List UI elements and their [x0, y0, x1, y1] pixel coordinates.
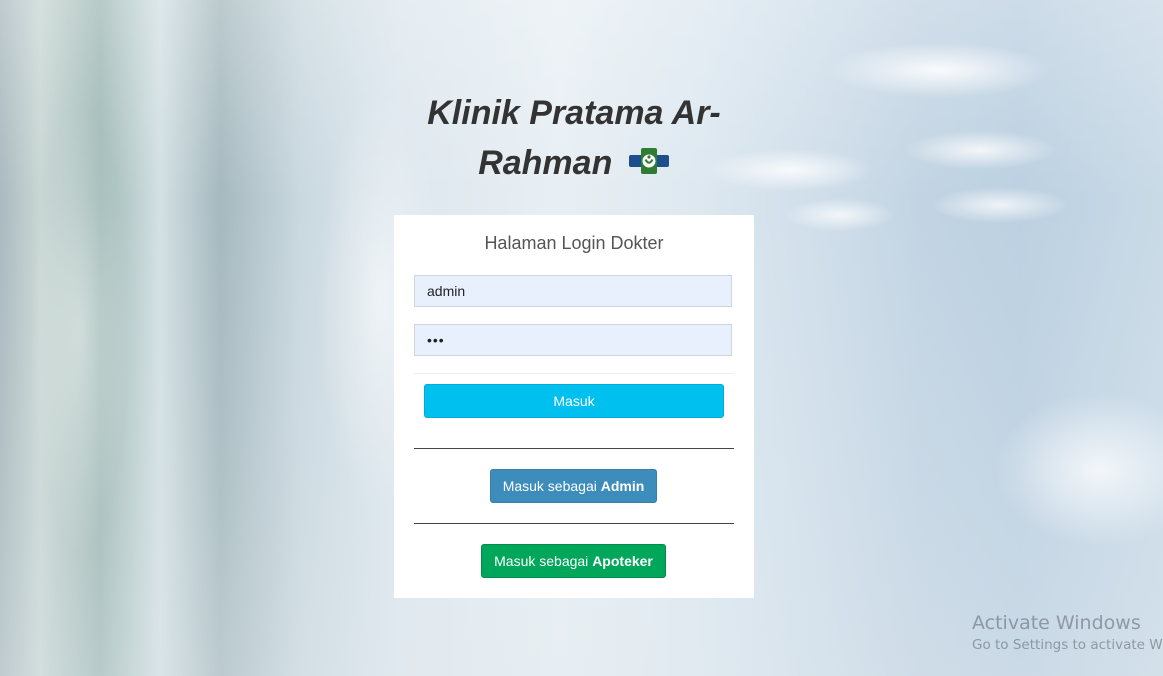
page-title-text: Klinik Pratama Ar-Rahman	[427, 94, 721, 182]
medical-cross-logo-icon	[628, 140, 670, 190]
admin-button-role: Admin	[600, 478, 645, 494]
divider-line	[414, 523, 734, 524]
watermark-title: Activate Windows	[972, 612, 1141, 634]
admin-button-prefix: Masuk sebagai	[502, 478, 601, 494]
login-heading: Halaman Login Dokter	[484, 233, 664, 253]
windows-activation-watermark: Activate Windows Go to Settings to activ…	[972, 612, 1163, 653]
page-title: Klinik Pratama Ar-Rahman	[394, 88, 754, 190]
apoteker-button-role: Apoteker	[592, 553, 653, 569]
apoteker-button-prefix: Masuk sebagai	[494, 553, 593, 569]
login-as-apoteker-button[interactable]: Masuk sebagai Apoteker	[481, 544, 666, 578]
login-submit-button[interactable]: Masuk	[424, 384, 724, 418]
watermark-subtitle: Go to Settings to activate Windows.	[972, 637, 1163, 653]
form-divider	[414, 373, 734, 374]
login-as-admin-button[interactable]: Masuk sebagai Admin	[490, 469, 657, 503]
login-card: Halaman Login Dokter Masuk Masuk sebagai…	[394, 215, 754, 598]
divider-line	[414, 448, 734, 449]
username-input[interactable]	[414, 275, 732, 307]
password-input[interactable]	[414, 324, 732, 356]
